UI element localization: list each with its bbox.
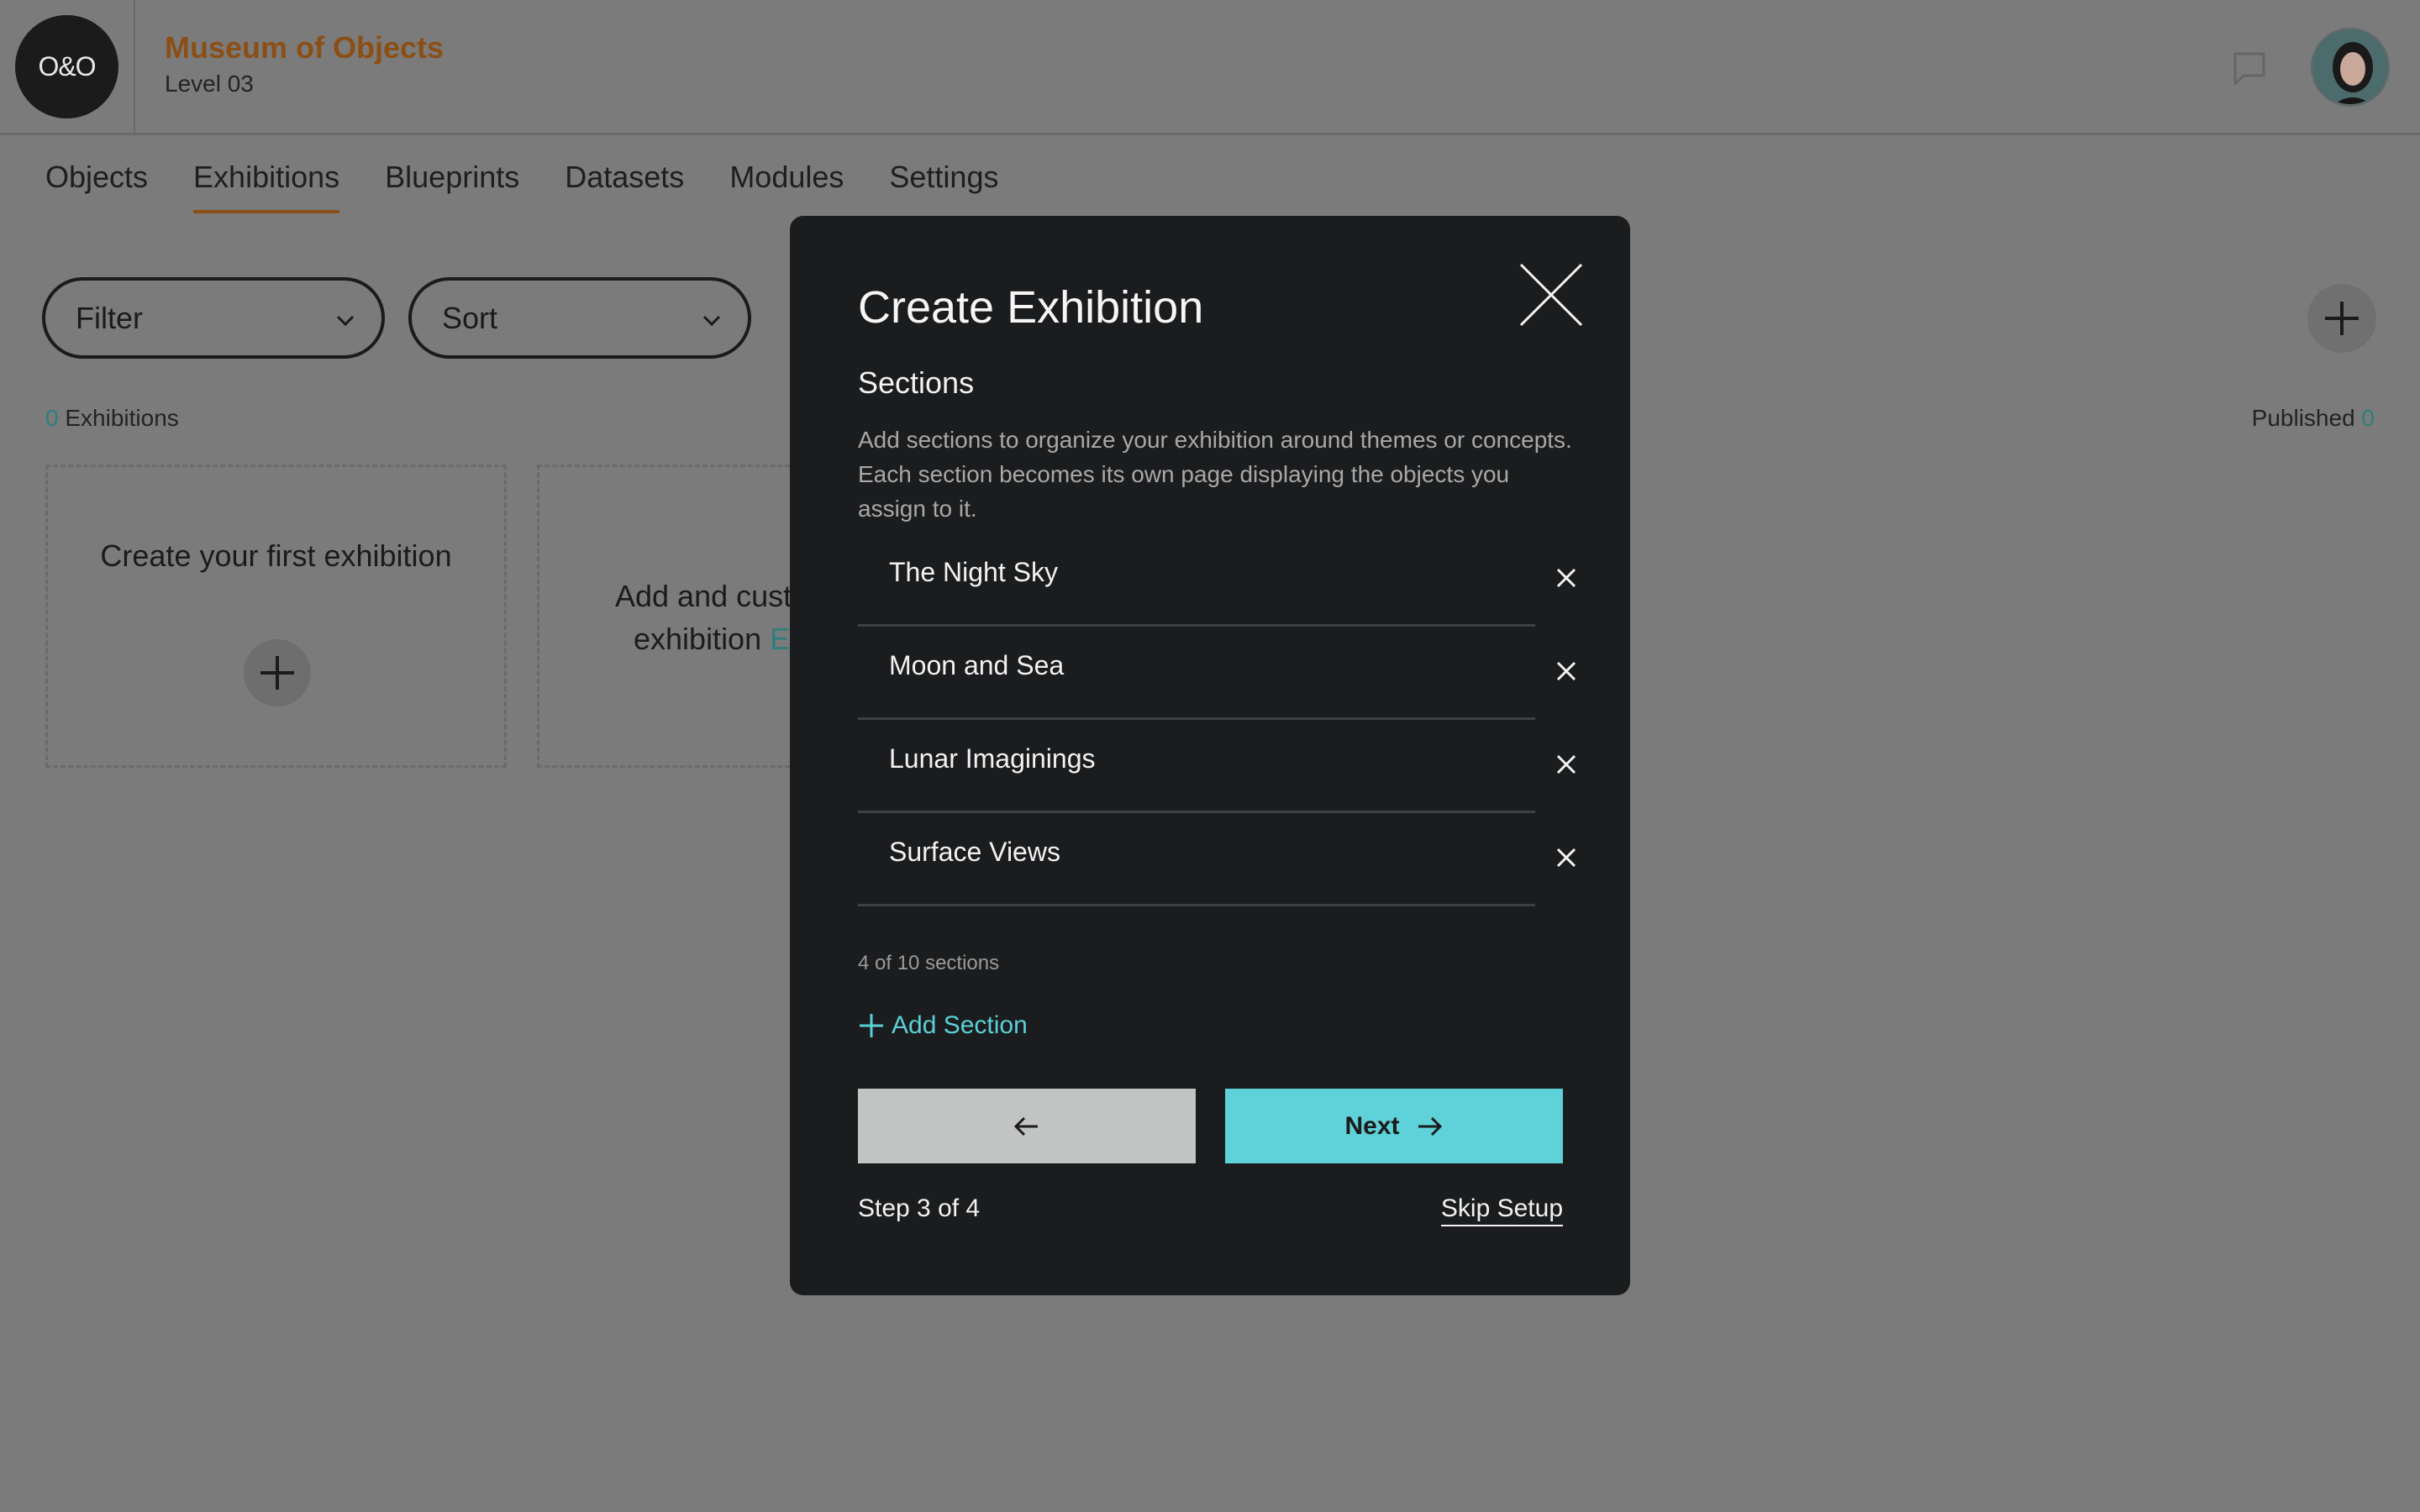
published-count-value: 0 [2361, 405, 2375, 431]
avatar-portrait-icon [2313, 30, 2387, 104]
tab-objects[interactable]: Objects [45, 160, 148, 213]
add-section-label: Add Section [892, 1011, 1028, 1039]
tab-datasets[interactable]: Datasets [565, 160, 684, 213]
section-name[interactable]: Moon and Sea [889, 650, 1064, 681]
next-button[interactable]: Next [1225, 1089, 1563, 1163]
user-avatar[interactable] [2311, 28, 2390, 107]
tab-exhibitions[interactable]: Exhibitions [193, 160, 340, 213]
sort-label: Sort [442, 300, 498, 335]
section-name[interactable]: Lunar Imaginings [889, 743, 1095, 774]
section-item[interactable]: Moon and Sea [858, 627, 1576, 720]
section-name[interactable]: The Night Sky [889, 557, 1058, 588]
logo[interactable]: O&O [15, 15, 118, 118]
header-divider [134, 0, 135, 135]
customize-fragment: E [770, 622, 791, 656]
remove-section-icon[interactable] [1555, 660, 1577, 682]
chevron-down-icon [336, 315, 355, 327]
section-item[interactable]: The Night Sky [858, 533, 1576, 627]
add-section-button[interactable]: Add Section [858, 1011, 1028, 1040]
tab-modules[interactable]: Modules [729, 160, 844, 213]
close-icon[interactable] [1519, 263, 1583, 327]
chevron-down-icon [702, 315, 721, 327]
sections-heading: Sections [858, 365, 975, 400]
section-name[interactable]: Surface Views [889, 837, 1060, 868]
exhibition-count-value: 0 [45, 405, 59, 431]
filter-dropdown[interactable]: Filter [42, 277, 385, 359]
next-label: Next [1344, 1111, 1400, 1140]
step-indicator: Step 3 of 4 [858, 1194, 981, 1222]
create-first-exhibition-text: Create your first exhibition [100, 538, 452, 573]
remove-section-icon[interactable] [1555, 753, 1577, 775]
add-exhibition-button[interactable] [2307, 284, 2376, 353]
create-exhibition-modal: Create Exhibition Sections Add sections … [790, 216, 1630, 1295]
museum-level: Level 03 [165, 71, 254, 97]
plus-icon [2325, 302, 2359, 335]
sort-dropdown[interactable]: Sort [408, 277, 751, 359]
plus-icon [260, 656, 294, 690]
section-count: 4 of 10 sections [858, 952, 1000, 974]
arrow-left-icon [1013, 1116, 1038, 1136]
filter-label: Filter [76, 300, 143, 335]
plus-icon [860, 1014, 883, 1037]
back-button[interactable] [858, 1089, 1196, 1163]
published-count-label: Published [2251, 405, 2355, 431]
museum-title: Museum of Objects [165, 30, 445, 65]
customize-line-2: exhibition [634, 622, 771, 656]
remove-section-icon[interactable] [1555, 567, 1577, 589]
app-header: O&O Museum of Objects Level 03 [0, 0, 2420, 135]
exhibition-count: 0 Exhibitions [45, 405, 179, 432]
modal-title: Create Exhibition [858, 282, 1204, 333]
arrow-right-icon [1418, 1116, 1442, 1136]
chat-bubble-icon[interactable] [2228, 47, 2270, 89]
create-first-exhibition-button[interactable] [244, 639, 311, 706]
tab-settings[interactable]: Settings [889, 160, 998, 213]
remove-section-icon[interactable] [1555, 847, 1577, 869]
sections-description: Add sections to organize your exhibition… [858, 427, 1572, 522]
customize-line-1: Add and cust [615, 579, 792, 613]
exhibition-count-label: Exhibitions [65, 405, 179, 431]
section-list: The Night Sky Moon and Sea Lunar Imagini… [858, 533, 1576, 906]
section-item[interactable]: Lunar Imaginings [858, 720, 1576, 813]
skip-setup-link[interactable]: Skip Setup [1440, 1194, 1563, 1226]
tab-blueprints[interactable]: Blueprints [385, 160, 519, 213]
main-tabs: Objects Exhibitions Blueprints Datasets … [45, 160, 1044, 213]
section-item[interactable]: Surface Views [858, 813, 1576, 906]
published-count: Published 0 [2252, 405, 2375, 432]
create-first-exhibition-card[interactable]: Create your first exhibition [45, 465, 507, 768]
